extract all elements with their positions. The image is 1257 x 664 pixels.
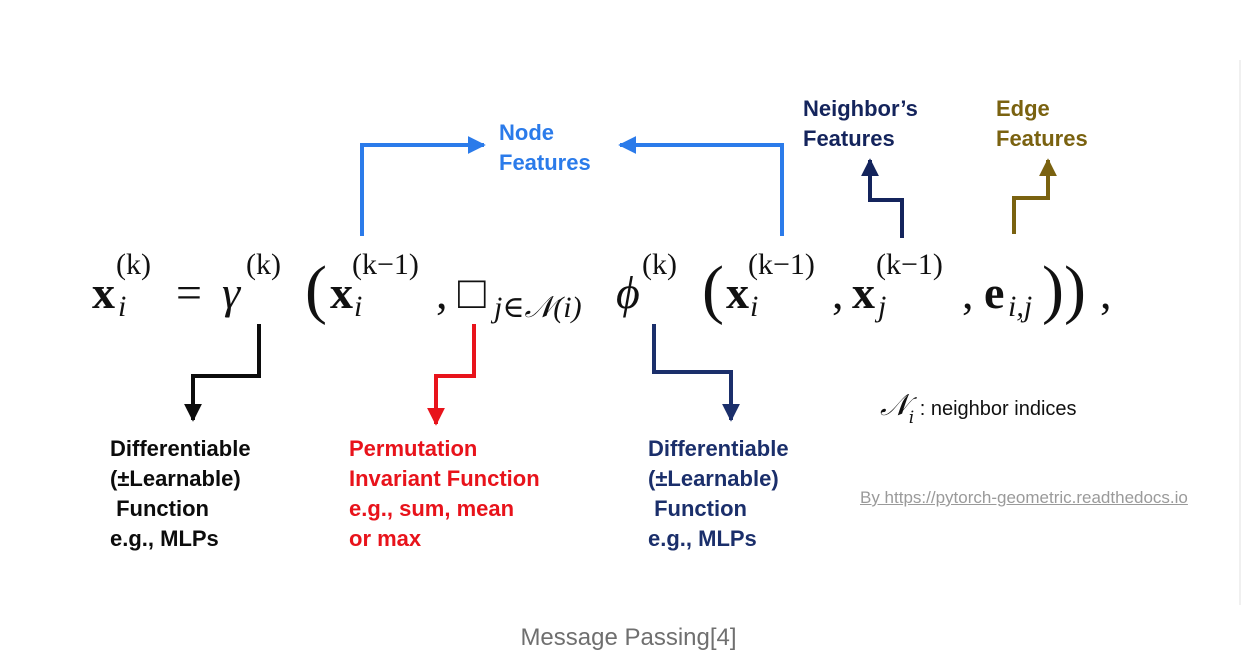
eq-comma-2: ,: [832, 267, 844, 318]
neighborhood-symbol: 𝒩: [880, 388, 909, 423]
message-passing-equation: x (k) i = γ (k) ( x (k−1) i , □ j∈𝒩(i) ϕ…: [0, 244, 1240, 334]
legend-text: : neighbor indices: [914, 398, 1077, 420]
neighbor-indices-legend: 𝒩i : neighbor indices: [880, 388, 1077, 428]
neighborhood-symbol-sub: i: [908, 408, 915, 428]
gamma-arrow: [184, 324, 261, 422]
aggregate-description: Permutation Invariant Function e.g., sum…: [349, 436, 540, 551]
figure-caption: Message Passing[4]: [520, 624, 737, 651]
eq-comma-1: ,: [436, 267, 448, 318]
eq-phi-sup: (k): [642, 248, 677, 281]
eq-sub-i-3: i: [750, 290, 759, 323]
source-credit-link[interactable]: By https://pytorch-geometric.readthedocs…: [860, 488, 1188, 508]
eq-gamma-sup: (k): [246, 248, 281, 281]
eq-gamma: γ: [222, 267, 241, 318]
eq-open-paren-1: (: [305, 253, 327, 326]
eq-comma-3: ,: [962, 267, 974, 318]
edge-features-arrow: [1012, 158, 1057, 234]
eq-aggregation-sub: j∈𝒩(i): [494, 291, 582, 324]
node-features-arrow-left: [360, 136, 486, 236]
neighbor-features-label: Neighbor’s Features: [803, 96, 918, 151]
eq-aggregation-box: □: [458, 267, 486, 318]
neighbor-features-arrow: [861, 158, 904, 238]
eq-e-ij: e: [984, 267, 1005, 318]
eq-x-i-k1-phi: x: [726, 267, 749, 318]
gamma-description: Differentiable (±Learnable) Function e.g…: [110, 436, 251, 551]
eq-sup-k: (k): [116, 248, 151, 281]
eq-close-paren-2: ): [1064, 253, 1086, 326]
eq-sub-j: j: [878, 290, 887, 323]
eq-x-i-k: x: [92, 267, 115, 318]
eq-equals: =: [176, 267, 202, 318]
eq-sup-k1-2: (k−1): [748, 248, 815, 281]
eq-sub-ij: i,j: [1008, 290, 1033, 323]
aggregate-arrow: [427, 324, 476, 426]
node-features-label: Node Features: [499, 120, 591, 175]
eq-x-i-k1: x: [330, 267, 353, 318]
phi-description: Differentiable (±Learnable) Function e.g…: [648, 436, 789, 551]
eq-sup-k1-3: (k−1): [876, 248, 943, 281]
eq-phi: ϕ: [616, 267, 640, 318]
message-passing-figure: Node Features Neighbor’s Features Edge F…: [0, 0, 1241, 610]
eq-sub-i: i: [118, 290, 127, 323]
phi-arrow: [652, 324, 740, 422]
eq-sub-i-2: i: [354, 290, 363, 323]
eq-sup-k1: (k−1): [352, 248, 419, 281]
eq-close-paren-1: ): [1042, 253, 1064, 326]
edge-features-label: Edge Features: [996, 96, 1088, 151]
node-features-arrow-right: [618, 136, 784, 236]
eq-open-paren-2: (: [702, 253, 724, 326]
eq-comma-4: ,: [1100, 267, 1112, 318]
eq-x-j-k1: x: [852, 267, 875, 318]
